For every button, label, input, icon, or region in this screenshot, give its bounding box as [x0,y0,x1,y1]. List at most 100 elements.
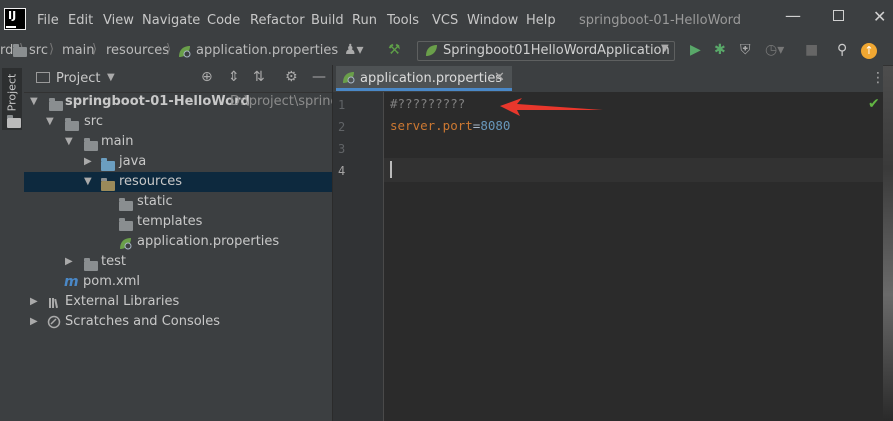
search-icon[interactable]: ⚲ [837,42,847,58]
menu-run[interactable]: Run [352,13,377,28]
tree-item-label: resources [119,174,183,189]
tree-item-main[interactable]: ▼ main [24,132,332,152]
property-value: 8080 [480,118,511,133]
tree-item-label: static [137,194,173,209]
editor-tab-label: application.properties [360,71,503,86]
tree-item-src[interactable]: ▼ src [24,112,332,132]
debug-icon[interactable]: ✱ [714,42,726,58]
menu-refactor[interactable]: Refactor [250,13,305,28]
inspection-ok-icon[interactable]: ✔ [868,96,880,112]
chevron-down-icon: ▼ [46,116,54,127]
project-tool-tab-label: Project [5,73,19,112]
tree-item-label: pom.xml [83,274,140,289]
annotation-arrow-icon [500,98,603,116]
tree-item-static[interactable]: static [24,192,332,212]
property-key: server.port [390,118,473,133]
tree-item-label: test [101,254,126,269]
close-window-icon[interactable]: ✕ [873,7,886,26]
tree-item-label: External Libraries [65,294,180,309]
tree-item-pom[interactable]: m pom.xml [24,272,332,292]
breadcrumb-main[interactable]: main [62,43,94,58]
hide-panel-icon[interactable]: — [312,69,326,85]
chevron-down-icon: ▼ [84,176,92,187]
coverage-icon[interactable]: ⛨ [740,42,751,58]
locate-icon[interactable]: ⊕ [201,69,213,85]
user-icon[interactable]: ♟▾ [344,42,364,58]
collapse-all-icon[interactable]: ⇅ [253,69,265,85]
chevron-down-icon: ▼ [65,136,73,147]
tree-item-test[interactable]: ▶ test [24,252,332,272]
breadcrumb-project[interactable]: rd [0,43,13,58]
logo-underline [6,26,16,28]
menu-code[interactable]: Code [207,13,240,28]
more-options-icon[interactable]: ⋮ [871,70,885,86]
spring-leaf-icon [342,71,355,86]
tree-item-scratches[interactable]: ▶ Scratches and Consoles [24,312,332,332]
gear-icon[interactable]: ⚙ [285,69,298,85]
breadcrumb-src[interactable]: src [29,43,48,58]
tree-item-label: springboot-01-HelloWord [65,94,250,109]
spring-boot-icon [425,44,438,59]
tree-item-label: java [119,154,147,169]
menu-build[interactable]: Build [311,13,344,28]
code-line-comment: #????????? [390,96,466,111]
chevron-down-icon[interactable]: ▼ [107,72,115,83]
project-panel-title[interactable]: Project [56,71,100,86]
menu-file[interactable]: File [37,13,59,28]
project-view-icon [36,72,50,83]
tree-item-project-root[interactable]: ▼ springboot-01-HelloWord D:\project\spr… [24,92,347,112]
minimize-icon[interactable]: — [785,6,801,25]
tree-item-application-properties[interactable]: application.properties [24,232,332,252]
stop-icon[interactable]: ■ [805,42,818,58]
code-editor[interactable] [384,92,883,421]
tree-item-external-libraries[interactable]: ▶ External Libraries [24,292,332,312]
menu-view[interactable]: View [103,13,134,28]
tree-item-label: application.properties [137,234,280,249]
tree-item-templates[interactable]: templates [24,212,332,232]
menu-vcs[interactable]: VCS [432,13,458,28]
scratches-icon [47,315,61,336]
close-icon[interactable]: ✕ [494,70,505,85]
chevron-down-icon: ▼ [661,43,669,54]
chevron-right-icon: ▶ [30,316,38,327]
build-hammer-icon[interactable]: ⚒ [388,42,401,58]
breadcrumb-separator-icon: ⟩ [49,42,55,57]
run-icon[interactable]: ▶ [690,42,701,58]
breadcrumb-separator-icon: ⟩ [92,42,98,57]
libraries-icon [48,296,60,309]
menu-navigate[interactable]: Navigate [142,13,200,28]
chevron-right-icon: ▶ [30,296,38,307]
tree-item-label: main [101,134,134,149]
menu-window[interactable]: Window [467,13,518,28]
tree-item-resources[interactable]: ▼ resources [24,172,332,192]
line-number: 3 [338,142,346,156]
chevron-down-icon: ▼ [30,96,38,107]
breadcrumb-file[interactable]: application.properties [196,43,338,58]
tree-item-label: templates [137,214,203,229]
chevron-right-icon: ▶ [65,256,73,267]
maven-icon: m [64,274,79,290]
breadcrumb-separator-icon: ⟩ [166,42,172,57]
tree-item-label: Scratches and Consoles [65,314,221,329]
menu-help[interactable]: Help [526,13,556,28]
profile-icon[interactable]: ◷▾ [765,42,784,58]
line-number: 1 [338,98,346,112]
breadcrumb-resources[interactable]: resources [106,43,169,58]
menu-edit[interactable]: Edit [68,13,93,28]
line-number-current: 4 [338,164,346,178]
src-folder-icon [13,44,27,60]
current-line-highlight [384,158,883,182]
run-configuration-label: Springboot01HelloWordApplication [443,43,670,58]
chevron-right-icon: ▶ [84,156,92,167]
tree-item-path: D:\project\springb [230,94,347,109]
tree-item-java[interactable]: ▶ java [24,152,332,172]
text-caret [390,161,392,178]
tree-item-label: src [84,114,103,129]
maximize-icon[interactable] [833,10,844,21]
expand-all-icon[interactable]: ⇕ [228,69,240,85]
folder-icon [7,115,21,131]
code-line-property: server.port=8080 [390,118,510,133]
menu-tools[interactable]: Tools [387,13,419,28]
line-number: 2 [338,120,346,134]
update-icon[interactable]: ↑ [861,43,877,59]
